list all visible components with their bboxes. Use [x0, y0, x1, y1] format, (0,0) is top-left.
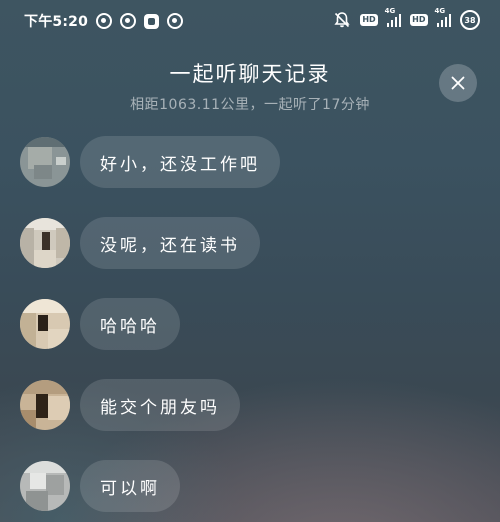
- chat-message: 哈哈哈: [20, 298, 180, 350]
- chat-message: 可以啊: [20, 460, 180, 512]
- chat-message: 没呢，还在读书: [20, 217, 260, 269]
- message-bubble: 能交个朋友吗: [80, 379, 240, 431]
- message-bubble: 没呢，还在读书: [80, 217, 260, 269]
- chat-message: 能交个朋友吗: [20, 379, 240, 431]
- avatar[interactable]: [20, 380, 70, 430]
- avatar[interactable]: [20, 461, 70, 511]
- avatar[interactable]: [20, 299, 70, 349]
- chat-list[interactable]: 好小，还没工作吧 没呢，还在读书 哈哈哈 能交个朋友吗 可以啊: [0, 0, 500, 522]
- chat-message: 好小，还没工作吧: [20, 136, 280, 188]
- avatar[interactable]: [20, 218, 70, 268]
- message-bubble: 哈哈哈: [80, 298, 180, 350]
- message-bubble: 好小，还没工作吧: [80, 136, 280, 188]
- avatar[interactable]: [20, 137, 70, 187]
- message-bubble: 可以啊: [80, 460, 180, 512]
